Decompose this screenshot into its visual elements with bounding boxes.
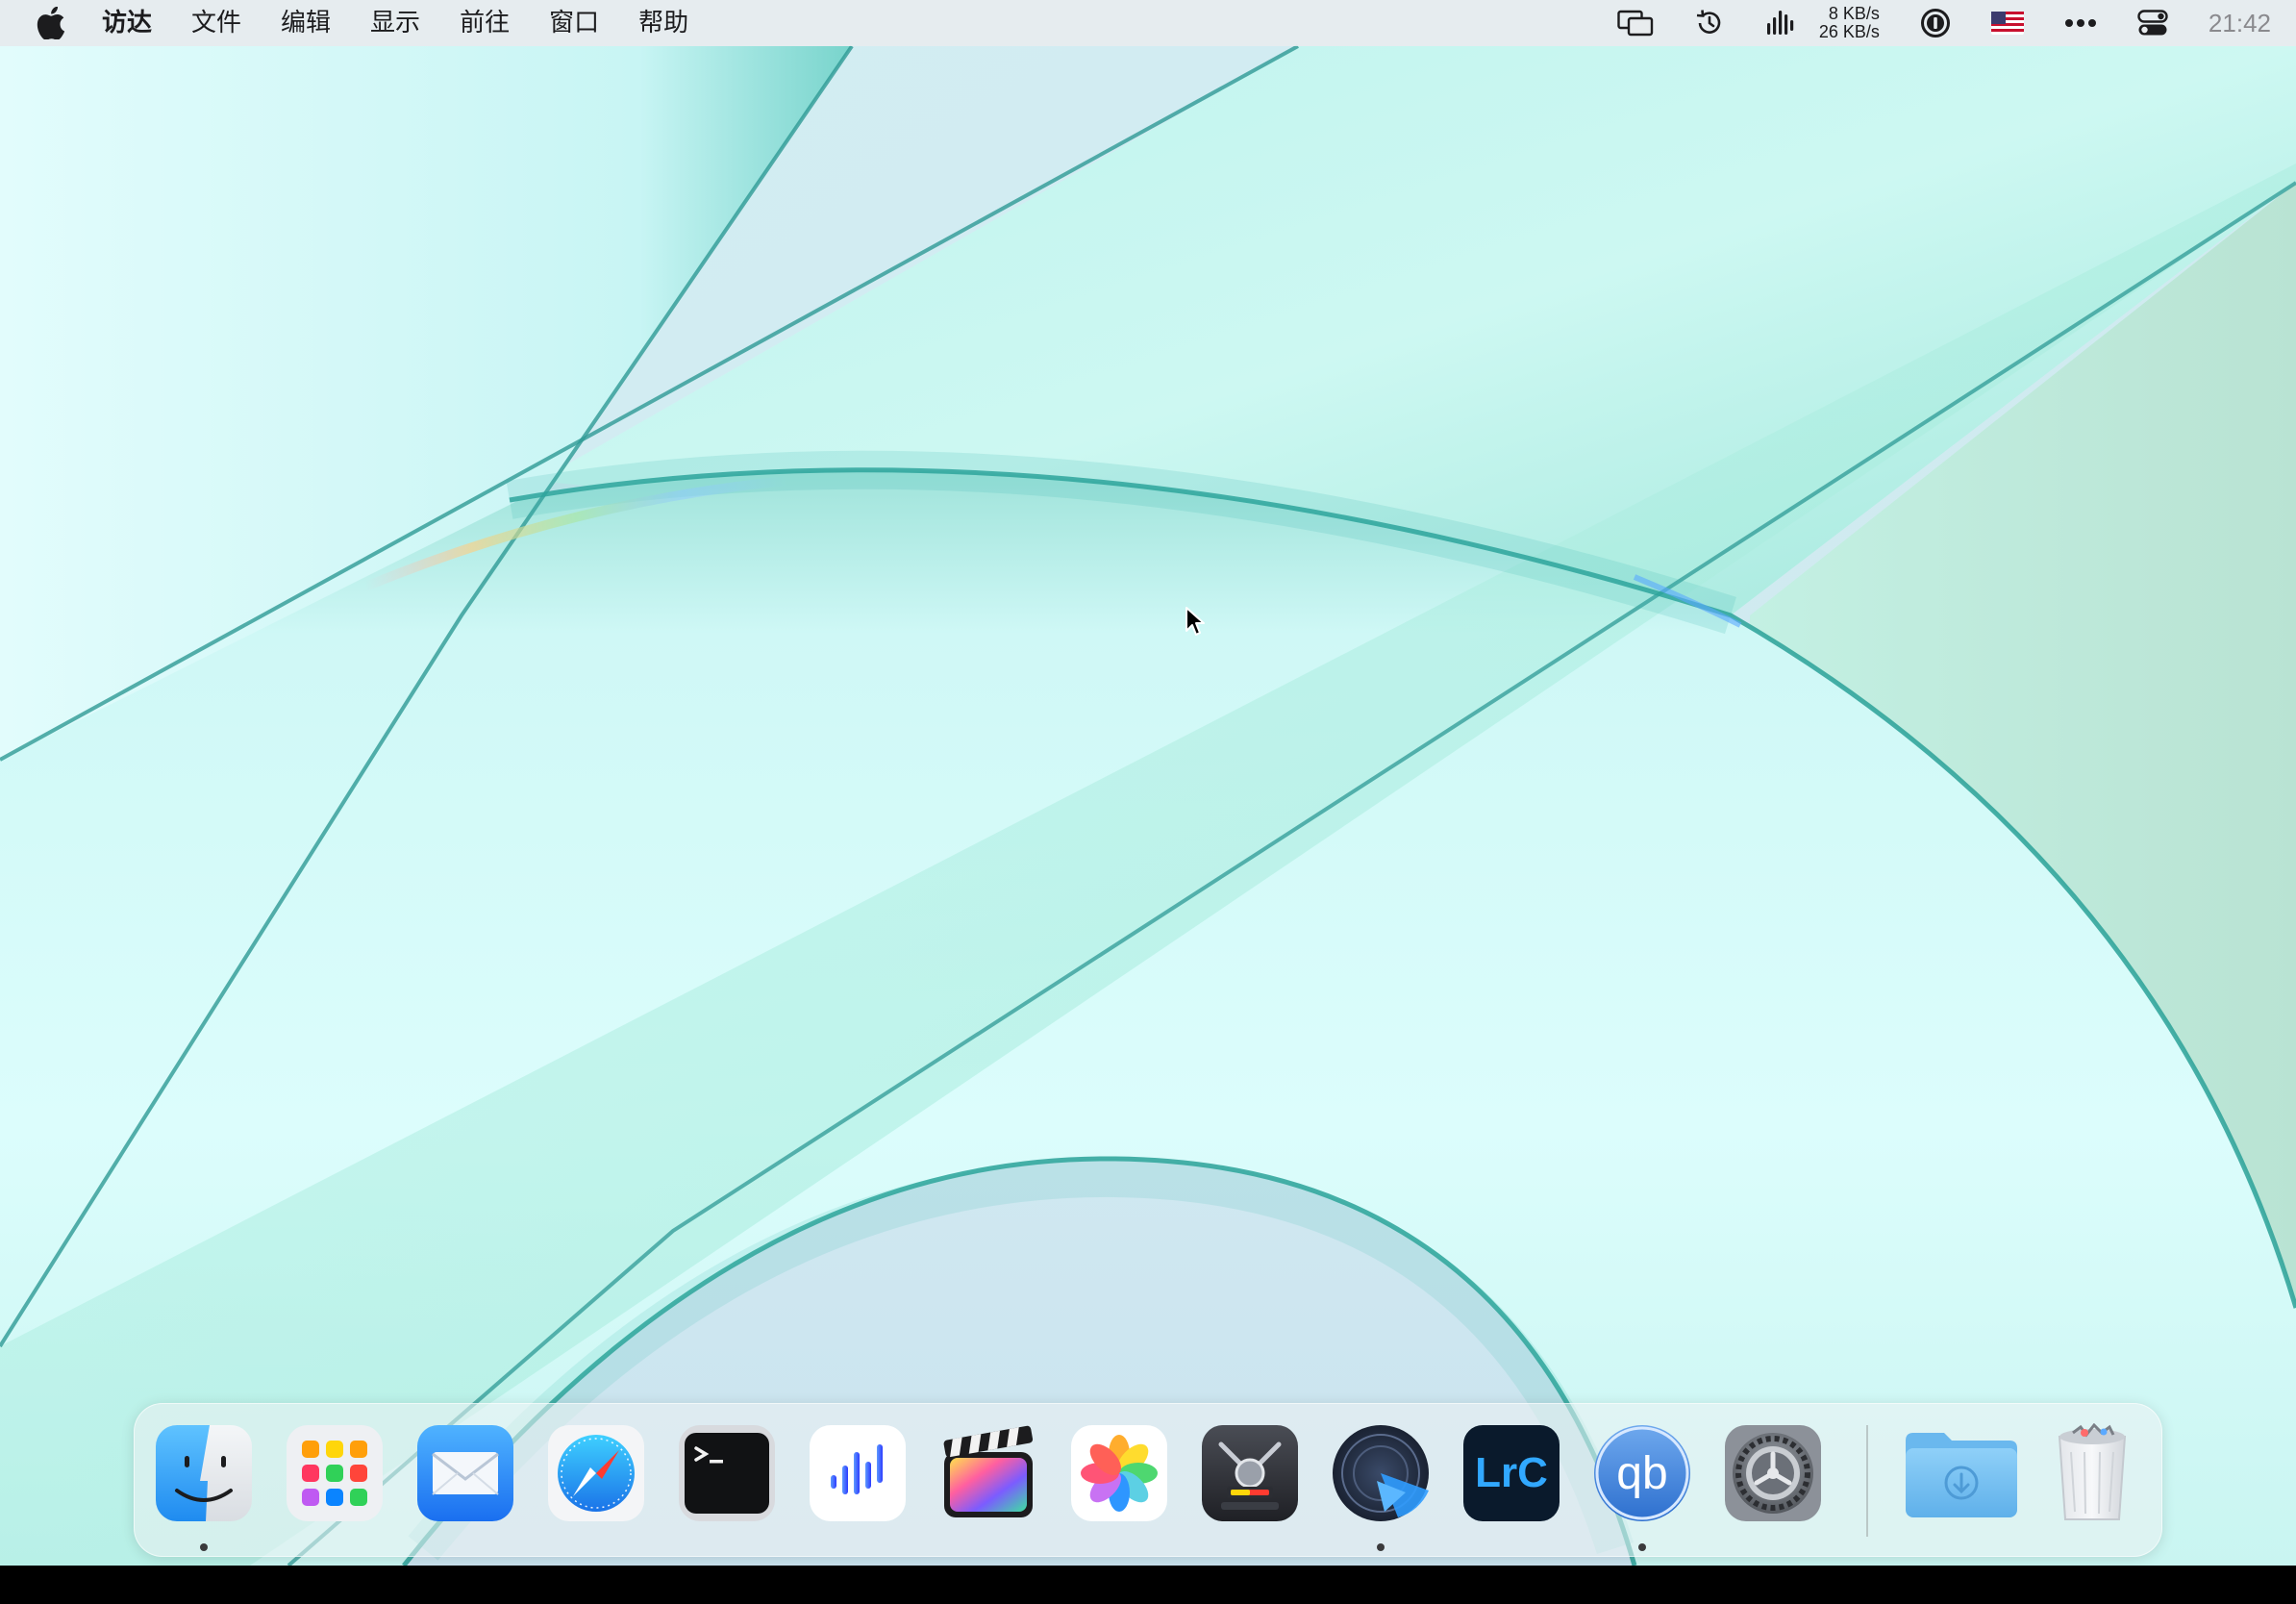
lightroom-label: LrC	[1475, 1449, 1548, 1496]
menu-help[interactable]: 帮助	[638, 0, 688, 46]
finder-icon	[156, 1425, 252, 1521]
dock-stack-trash[interactable]	[2042, 1423, 2142, 1523]
final-cut-pro-icon	[943, 1425, 1034, 1517]
menu-view[interactable]: 显示	[370, 0, 420, 46]
menu-bar: 访达 文件 编辑 显示 前往 窗口 帮助 8 KB/s 26 KB/s 21:4…	[0, 0, 2296, 46]
photos-icon	[1071, 1425, 1167, 1521]
compressor-icon	[1202, 1425, 1298, 1521]
audio-level-icon[interactable]	[1765, 7, 1796, 39]
mail-icon	[417, 1425, 513, 1521]
dock-app-mail[interactable]	[415, 1423, 515, 1523]
download-speed: 26 KB/s	[1818, 22, 1880, 41]
upload-speed: 8 KB/s	[1828, 4, 1880, 23]
trash-icon	[2058, 1423, 2127, 1520]
dock-app-system-preferences[interactable]	[1723, 1423, 1823, 1523]
network-speed-monitor[interactable]: 8 KB/s 26 KB/s	[1819, 5, 1880, 41]
menu-edit[interactable]: 编辑	[281, 0, 331, 46]
downloads-folder-icon	[1906, 1433, 2017, 1517]
control-center-icon[interactable]	[2137, 10, 2168, 37]
menu-window[interactable]: 窗口	[549, 0, 599, 46]
terminal-icon	[679, 1425, 775, 1521]
menu-file[interactable]: 文件	[191, 0, 241, 46]
dock-app-voice-memos[interactable]	[808, 1423, 908, 1523]
display-mirroring-icon[interactable]	[1617, 9, 1654, 38]
menu-finder[interactable]: 访达	[102, 0, 152, 46]
apple-logo-icon[interactable]	[35, 7, 65, 39]
running-indicator-motion	[1377, 1543, 1385, 1551]
gear-icon	[1725, 1425, 1821, 1521]
menubar-clock[interactable]: 21:42	[2209, 9, 2271, 38]
qbittorrent-label: qb	[1616, 1448, 1667, 1499]
dock-app-terminal[interactable]	[677, 1423, 777, 1523]
time-machine-icon[interactable]	[1694, 8, 1725, 38]
safari-icon	[548, 1425, 644, 1521]
dock-app-finder[interactable]	[154, 1423, 254, 1523]
mouse-cursor-icon	[1185, 607, 1205, 636]
lightroom-classic-icon: LrC	[1463, 1425, 1560, 1521]
qbittorrent-icon: qb	[1594, 1425, 1690, 1521]
desktop-wallpaper	[0, 0, 2296, 1566]
desktop-screen: 访达 文件 编辑 显示 前往 窗口 帮助 8 KB/s 26 KB/s 21:4…	[0, 0, 2296, 1604]
us-flag-icon[interactable]	[1990, 12, 2024, 35]
dock-divider	[1866, 1425, 1868, 1537]
motion-icon	[1333, 1425, 1429, 1521]
dock-app-lightroom-classic[interactable]: LrC	[1461, 1423, 1561, 1523]
running-indicator-qbittorrent	[1638, 1543, 1646, 1551]
dock-app-final-cut-pro[interactable]	[938, 1423, 1038, 1523]
dock-app-launchpad[interactable]	[285, 1423, 385, 1523]
password-manager-icon[interactable]	[1920, 8, 1951, 38]
dock-app-motion[interactable]	[1331, 1423, 1431, 1523]
running-indicator-finder	[200, 1543, 208, 1551]
menu-go[interactable]: 前往	[460, 0, 510, 46]
launchpad-icon	[287, 1425, 383, 1521]
dock-app-photos[interactable]	[1069, 1423, 1169, 1523]
voice-memos-icon	[810, 1425, 906, 1521]
dock-stack-downloads[interactable]	[1902, 1423, 2021, 1523]
more-dots-icon[interactable]	[2064, 18, 2097, 28]
dock-app-qbittorrent[interactable]: qb	[1592, 1423, 1692, 1523]
dock-app-safari[interactable]	[546, 1423, 646, 1523]
dock: LrC qb	[134, 1403, 2162, 1557]
dock-app-compressor[interactable]	[1200, 1423, 1300, 1523]
